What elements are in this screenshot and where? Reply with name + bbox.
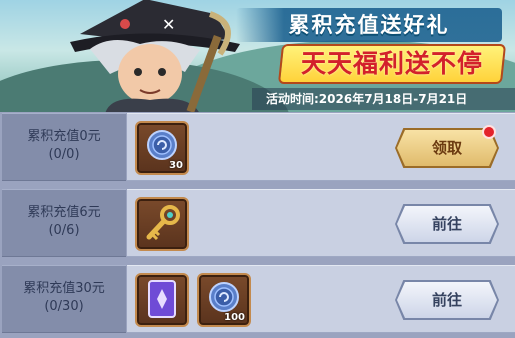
row-threshold-label: 累积充值30元 <box>23 281 105 296</box>
banner-title-main: 天天福利送不停 <box>277 44 507 84</box>
row-progress: (0/6) <box>48 223 80 238</box>
reward-item-card[interactable] <box>135 273 189 327</box>
reward-item-coin[interactable]: 30 <box>135 121 189 175</box>
reward-row: 累积充值30元 (0/30) 100 前往 <box>0 265 515 335</box>
go-button[interactable]: 前往 <box>397 206 497 242</box>
banner-title-main-text: 天天福利送不停 <box>300 49 483 78</box>
card-icon <box>148 280 176 318</box>
reward-row: 累积充值6元 (0/6) 前往 <box>0 189 515 259</box>
row-label-box: 累积充值30元 (0/30) <box>2 265 126 333</box>
go-button-frame: 前往 <box>395 204 499 244</box>
reward-row: 累积充值0元 (0/0) 30 领取 <box>0 113 515 183</box>
event-banner: ✕ 累积充值送好礼 天天福利送不停 活动时间:2026年7月18日-7月21日 <box>0 0 515 112</box>
row-reward-area: 100 前往 <box>127 265 515 333</box>
item-count: 30 <box>169 160 183 171</box>
key-icon <box>146 205 180 241</box>
reward-item-key[interactable] <box>135 197 189 251</box>
recharge-event-panel: ✕ 累积充值送好礼 天天福利送不停 活动时间:2026年7月18日-7月21日 … <box>0 0 515 338</box>
row-threshold-label: 累积充值6元 <box>27 205 101 220</box>
svg-text:✕: ✕ <box>162 15 175 34</box>
go-button-frame: 前往 <box>395 280 499 320</box>
row-progress: (0/0) <box>48 147 80 162</box>
reward-item-coin[interactable]: 100 <box>197 273 251 327</box>
row-label-box: 累积充值0元 (0/0) <box>2 113 126 181</box>
notification-dot <box>482 125 496 139</box>
event-time: 活动时间:2026年7月18日-7月21日 <box>252 88 515 110</box>
go-button[interactable]: 前往 <box>397 282 497 318</box>
row-progress: (0/30) <box>44 299 84 314</box>
row-label-box: 累积充值6元 (0/6) <box>2 189 126 257</box>
pirate-character-illustration: ✕ <box>70 0 240 112</box>
row-reward-area: 前往 <box>127 189 515 257</box>
row-reward-area: 30 领取 <box>127 113 515 181</box>
banner-title-top: 累积充值送好礼 <box>236 8 502 42</box>
row-threshold-label: 累积充值0元 <box>27 129 101 144</box>
item-count: 100 <box>224 312 245 323</box>
